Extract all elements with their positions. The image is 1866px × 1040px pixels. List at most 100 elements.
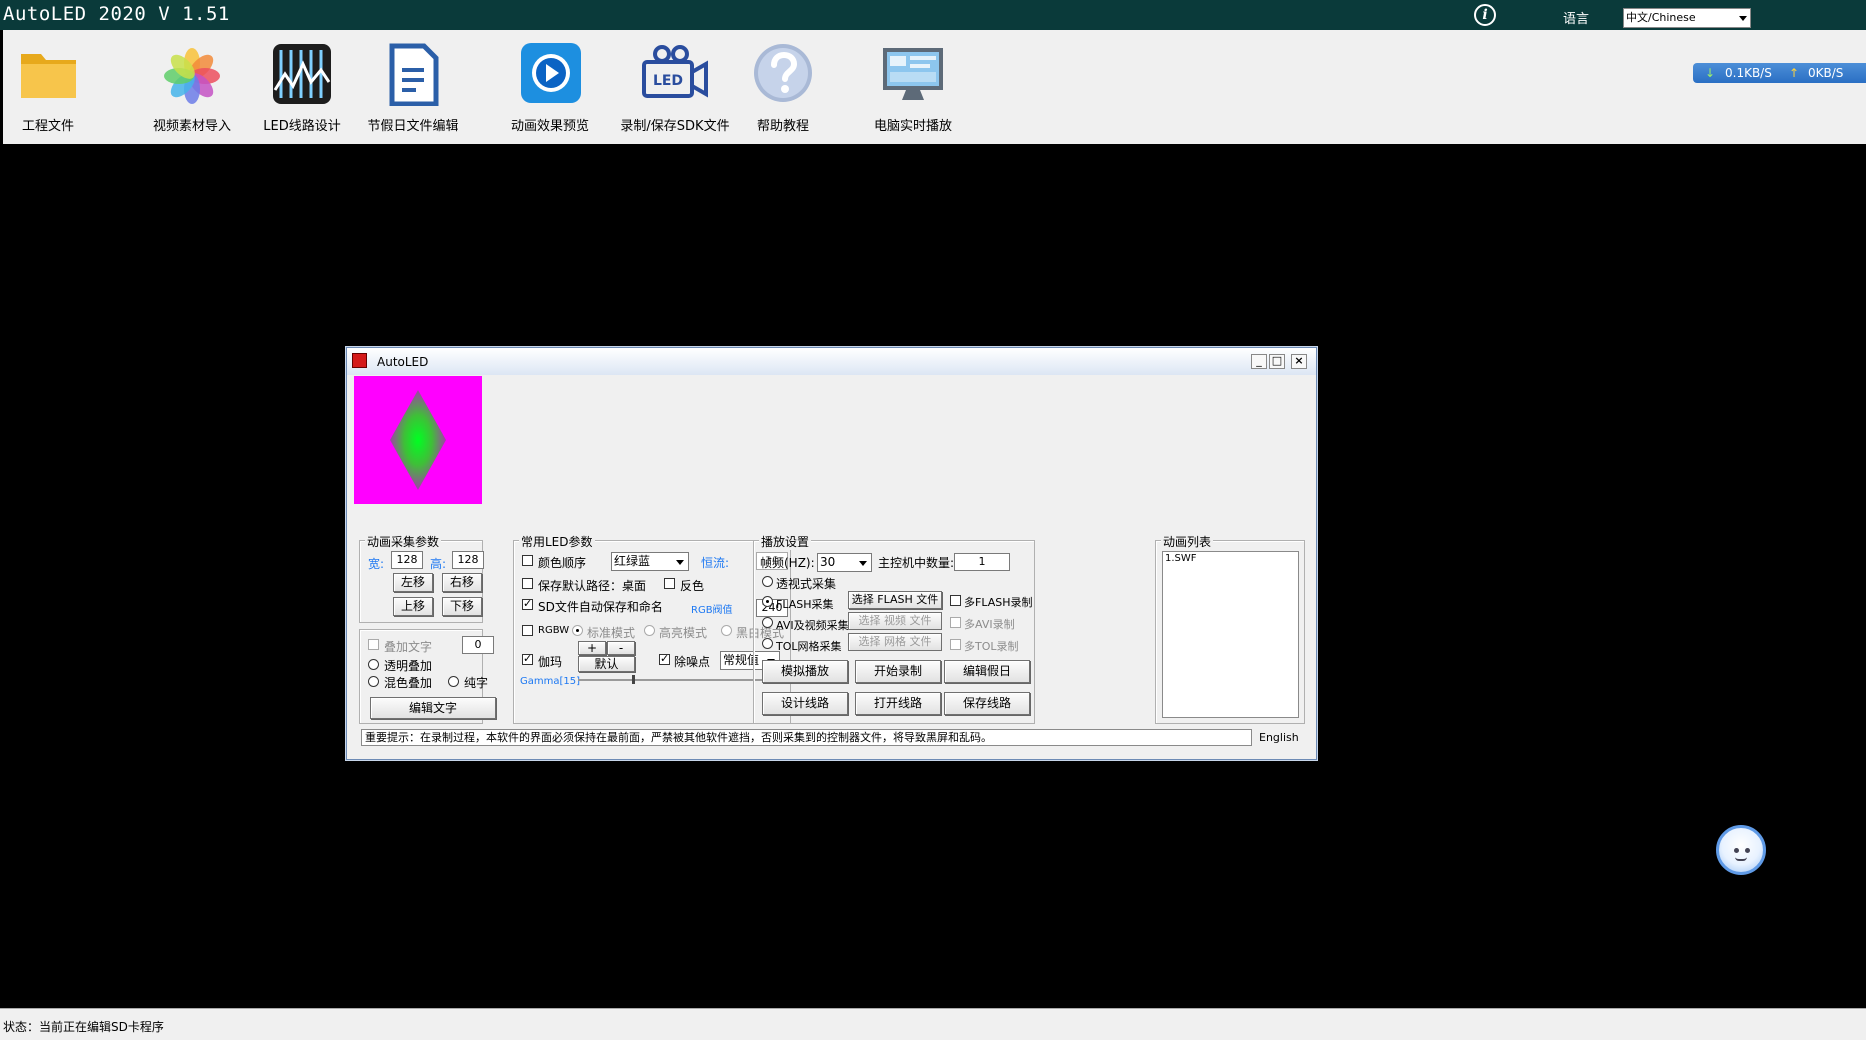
toolbar-item-led-wiring[interactable]: LED线路设计 <box>257 30 347 144</box>
capture-params-group: 动画采集参数 宽: 128 高: 128 左移 右移 上移 下移 <box>359 533 484 623</box>
multi-tol-checkbox[interactable] <box>950 639 961 650</box>
text-overlay-group: 叠加文字 0 透明叠加 混色叠加 纯字 编辑文字 <box>359 629 496 724</box>
toolbar-item-holiday-edit[interactable]: 节假日文件编辑 <box>363 30 463 144</box>
multi-avi-checkbox[interactable] <box>950 617 961 628</box>
height-label: 高: <box>430 557 447 571</box>
fps-value: 30 <box>820 555 836 569</box>
toolbar-item-label: 电脑实时播放 <box>873 119 952 134</box>
move-left-button[interactable]: 左移 <box>393 573 433 592</box>
edit-text-button[interactable]: 编辑文字 <box>370 697 496 719</box>
gamma-default-button[interactable]: 默认 <box>578 656 635 672</box>
toolbar-item-label: 视频素材导入 <box>152 119 231 134</box>
design-wiring-button[interactable]: 设计线路 <box>762 692 848 715</box>
main-toolbar: 工程文件 视频素材导入 LED线路设计 节假日文件编辑 动画效果预览 LED 录… <box>3 30 1866 144</box>
color-order-label: 颜色顺序 <box>538 556 587 570</box>
perspective-capture-label: 透视式采集 <box>776 577 837 591</box>
tol-capture-radio[interactable] <box>762 638 773 649</box>
app-title-bar: AutoLED 2020 V 1.51 i 语言 中文/Chinese <box>0 0 1866 30</box>
gamma-slider-track[interactable] <box>578 679 778 681</box>
standard-mode-radio[interactable] <box>572 625 583 636</box>
dialog-title: AutoLED <box>377 355 429 369</box>
bw-mode-radio[interactable] <box>721 625 732 636</box>
app-title: AutoLED 2020 V 1.51 <box>3 3 230 25</box>
minimize-button[interactable]: _ <box>1251 354 1267 369</box>
toolbar-item-animation-preview[interactable]: 动画效果预览 <box>500 30 600 144</box>
save-path-label: 保存默认路径：桌面 <box>538 579 647 593</box>
edit-holiday-button[interactable]: 编辑假日 <box>944 660 1030 683</box>
list-item[interactable]: 1.SWF <box>1165 553 1197 564</box>
transparent-overlay-radio[interactable] <box>368 659 379 670</box>
group-title: 播放设置 <box>759 533 812 550</box>
toolbar-item-realtime-play[interactable]: 电脑实时播放 <box>863 30 963 144</box>
language-select[interactable]: 中文/Chinese <box>1623 8 1751 28</box>
move-right-button[interactable]: 右移 <box>442 573 482 592</box>
mixed-overlay-radio[interactable] <box>368 676 379 687</box>
color-order-checkbox[interactable] <box>522 555 533 566</box>
avatar-mouth <box>1735 857 1747 861</box>
animation-list-group: 动画列表 1.SWF <box>1155 533 1305 724</box>
start-record-button[interactable]: 开始录制 <box>855 660 941 683</box>
simulate-play-button[interactable]: 模拟播放 <box>762 660 848 683</box>
fps-select[interactable]: 30 <box>817 553 872 572</box>
avi-capture-radio[interactable] <box>762 617 773 628</box>
chevron-down-icon <box>1739 16 1747 21</box>
gamma-checkbox[interactable] <box>522 652 533 665</box>
info-icon[interactable]: i <box>1474 4 1496 26</box>
invert-checkbox[interactable] <box>664 578 675 589</box>
open-wiring-button[interactable]: 打开线路 <box>855 692 941 715</box>
svg-text:LED: LED <box>653 73 683 89</box>
add-text-checkbox[interactable] <box>368 639 379 650</box>
multi-tol-label: 多TOL录制 <box>964 640 1019 653</box>
toolbar-item-help[interactable]: 帮助教程 <box>738 30 828 144</box>
mixed-overlay-label: 混色叠加 <box>384 676 433 690</box>
close-button[interactable]: × <box>1291 354 1307 369</box>
toolbar-item-video-import[interactable]: 视频素材导入 <box>137 30 247 144</box>
select-flash-file-button[interactable]: 选择 FLASH 文件 <box>848 591 942 609</box>
controllers-input[interactable]: 1 <box>954 553 1010 571</box>
preview-diamond <box>390 390 446 490</box>
toolbar-item-label: 工程文件 <box>21 119 74 134</box>
rgbw-checkbox[interactable] <box>522 625 533 636</box>
highlight-mode-radio[interactable] <box>644 625 655 636</box>
photos-icon <box>164 48 220 104</box>
width-label: 宽: <box>368 557 385 571</box>
english-link[interactable]: English <box>1259 731 1299 744</box>
width-input[interactable]: 128 <box>391 551 423 569</box>
folder-icon <box>21 54 76 98</box>
select-video-file-button[interactable]: 选择 视频 文件 <box>848 612 942 630</box>
language-value: 中文/Chinese <box>1626 11 1696 24</box>
color-order-select[interactable]: 红绿蓝 <box>611 552 689 571</box>
gamma-plus-button[interactable]: + <box>578 641 606 655</box>
tol-capture-label: TOL网格采集 <box>776 640 842 653</box>
denoise-checkbox[interactable] <box>659 652 670 665</box>
sd-auto-save-label: SD文件自动保存和命名 <box>538 600 663 614</box>
upload-speed: 0KB/S <box>1808 66 1844 80</box>
gamma-slider-thumb[interactable] <box>632 675 635 684</box>
animation-listbox[interactable]: 1.SWF <box>1162 551 1299 718</box>
save-path-checkbox[interactable] <box>522 578 533 589</box>
solid-text-radio[interactable] <box>448 676 459 687</box>
group-title: 常用LED参数 <box>519 533 595 550</box>
multi-avi-label: 多AVI录制 <box>964 618 1015 631</box>
overlay-value-input[interactable]: 0 <box>462 636 494 654</box>
move-up-button[interactable]: 上移 <box>393 597 433 616</box>
flash-capture-radio[interactable] <box>762 596 773 607</box>
controllers-label: 主控机中数量: <box>878 556 955 570</box>
network-speed-widget[interactable]: ↓ 0.1KB/S ↑ 0KB/S <box>1693 63 1866 83</box>
move-down-button[interactable]: 下移 <box>442 597 482 616</box>
play-settings-group: 播放设置 帧频(HZ): 30 主控机中数量: 1 透视式采集 FLASH采集 … <box>753 533 1035 724</box>
toolbar-item-project-files[interactable]: 工程文件 <box>3 30 93 144</box>
status-bar: 状态：当前正在编辑SD卡程序 <box>0 1008 1866 1040</box>
perspective-capture-radio[interactable] <box>762 576 773 587</box>
height-input[interactable]: 128 <box>452 551 484 569</box>
chevron-down-icon <box>859 561 867 566</box>
select-grid-file-button[interactable]: 选择 网格 文件 <box>848 633 942 651</box>
toolbar-item-record-sdk[interactable]: LED 录制/保存SDK文件 <box>615 30 735 144</box>
maximize-button[interactable]: □ <box>1269 354 1285 369</box>
assistant-avatar-icon[interactable] <box>1716 825 1766 875</box>
gamma-minus-button[interactable]: - <box>607 641 635 655</box>
group-title: 动画采集参数 <box>365 533 442 550</box>
save-wiring-button[interactable]: 保存线路 <box>944 692 1030 715</box>
sd-auto-save-checkbox[interactable] <box>522 597 533 610</box>
multi-flash-checkbox[interactable] <box>950 595 961 606</box>
